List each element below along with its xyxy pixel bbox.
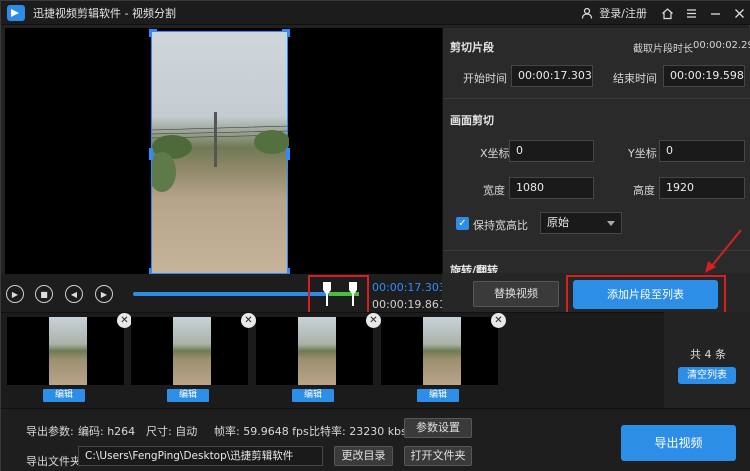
change-dir-button[interactable]: 更改目录 bbox=[334, 446, 393, 466]
handle-highlight-box bbox=[308, 275, 369, 315]
edit-clip-button[interactable]: 编辑 bbox=[292, 389, 334, 402]
export-bar: 导出参数: 编码: h264 尺寸: 自动 帧率: 59.9648 fps 比特… bbox=[1, 408, 750, 471]
clip-thumbnail[interactable]: ✕ bbox=[381, 313, 506, 385]
login-register-link[interactable]: 登录/注册 bbox=[599, 5, 647, 21]
start-time-field[interactable]: 00:00:17.303 bbox=[511, 65, 593, 87]
playback-controls: ▶ ■ ◀ ▶ 00:00:17.303 00:00:19.861 bbox=[1, 274, 446, 315]
next-frame-button[interactable]: ▶ bbox=[95, 285, 113, 303]
height-field[interactable]: 1920 bbox=[659, 177, 745, 199]
keep-ratio-label: 保持宽高比 bbox=[473, 219, 528, 232]
chevron-down-icon bbox=[607, 221, 615, 226]
video-frame-image bbox=[152, 112, 289, 192]
remove-clip-icon[interactable]: ✕ bbox=[117, 313, 132, 328]
next-frame-icon: ▶ bbox=[100, 289, 108, 299]
open-folder-button[interactable]: 打开文件夹 bbox=[404, 446, 472, 466]
bitrate-value: 比特率: 23230 kbs bbox=[309, 425, 407, 438]
timeline-progress[interactable] bbox=[133, 292, 329, 296]
user-icon[interactable] bbox=[575, 1, 599, 25]
current-time: 00:00:17.303 bbox=[372, 281, 446, 294]
crop-handle-left[interactable] bbox=[149, 148, 153, 160]
end-time: 00:00:19.861 bbox=[372, 298, 446, 311]
x-coord-field[interactable]: 0 bbox=[509, 140, 594, 162]
clip-duration-label: 截取片段时长 bbox=[633, 44, 693, 55]
param-settings-button[interactable]: 参数设置 bbox=[404, 418, 472, 438]
minimize-icon[interactable] bbox=[703, 1, 727, 25]
app-window: 迅捷视频剪辑软件 - 视频分割 登录/注册 剪切片段 截取片段时长 00:00:… bbox=[0, 0, 750, 471]
codec-value: 编码: h264 bbox=[78, 425, 136, 438]
crop-handle-right[interactable] bbox=[286, 148, 290, 160]
y-coord-label: Y坐标 bbox=[628, 147, 657, 160]
clip-count: 共 4 条 bbox=[690, 348, 726, 361]
clip-image bbox=[298, 317, 336, 385]
clip-image bbox=[423, 317, 461, 385]
y-coord-field[interactable]: 0 bbox=[659, 140, 745, 162]
clip-section-title: 剪切片段 bbox=[450, 41, 494, 54]
edit-clip-button[interactable]: 编辑 bbox=[417, 389, 459, 402]
clip-image bbox=[173, 317, 211, 385]
keep-ratio-checkbox[interactable]: ✓ bbox=[456, 217, 469, 230]
edit-clip-button[interactable]: 编辑 bbox=[43, 389, 85, 402]
clip-thumbnail[interactable]: ✕ bbox=[131, 313, 256, 385]
clip-duration-value: 00:00:02.295 bbox=[693, 40, 750, 51]
width-field[interactable]: 1080 bbox=[509, 177, 594, 199]
prev-frame-icon: ◀ bbox=[70, 289, 78, 299]
height-label: 高度 bbox=[633, 184, 655, 197]
clip-thumbnail[interactable]: ✕ bbox=[256, 313, 381, 385]
export-params-label: 导出参数: bbox=[26, 425, 74, 438]
start-time-label: 开始时间 bbox=[463, 72, 507, 85]
export-video-button[interactable]: 导出视频 bbox=[621, 425, 736, 461]
remove-clip-icon[interactable]: ✕ bbox=[366, 313, 381, 328]
clip-image bbox=[49, 317, 87, 385]
add-button-highlight-box bbox=[566, 275, 726, 317]
export-folder-field[interactable]: C:\Users\FengPing\Desktop\迅捷剪辑软件 bbox=[78, 446, 323, 466]
clear-list-button[interactable]: 清空列表 bbox=[678, 367, 736, 384]
size-value: 尺寸: 自动 bbox=[146, 425, 198, 438]
arrow-annotation-icon bbox=[705, 229, 742, 273]
list-sidebar: 共 4 条 清空列表 bbox=[664, 312, 750, 408]
play-icon: ▶ bbox=[11, 289, 19, 299]
replace-video-button[interactable]: 替换视频 bbox=[473, 281, 559, 307]
edit-clip-button[interactable]: 编辑 bbox=[167, 389, 209, 402]
home-icon[interactable] bbox=[655, 1, 679, 25]
remove-clip-icon[interactable]: ✕ bbox=[491, 313, 506, 328]
width-label: 宽度 bbox=[483, 184, 505, 197]
end-time-field[interactable]: 00:00:19.598 bbox=[663, 65, 745, 87]
play-button[interactable]: ▶ bbox=[6, 285, 24, 303]
export-folder-label: 导出文件夹: bbox=[26, 455, 85, 468]
clip-thumbnail[interactable]: ✕ bbox=[7, 313, 132, 385]
end-time-label: 结束时间 bbox=[613, 72, 657, 85]
close-icon[interactable] bbox=[727, 1, 750, 25]
x-coord-label: X坐标 bbox=[480, 147, 510, 160]
stop-icon: ■ bbox=[40, 289, 48, 299]
app-logo-icon bbox=[7, 4, 25, 21]
ratio-select-value: 原始 bbox=[547, 216, 569, 229]
crop-handle-top-left[interactable] bbox=[149, 29, 157, 37]
ratio-select[interactable]: 原始 bbox=[540, 212, 622, 234]
prev-frame-button[interactable]: ◀ bbox=[65, 285, 83, 303]
window-title: 迅捷视频剪辑软件 - 视频分割 bbox=[33, 6, 176, 20]
clip-list: ✕ 编辑 ✕ 编辑 ✕ 编辑 ✕ 编辑 bbox=[1, 312, 750, 408]
divider bbox=[443, 98, 750, 99]
crop-handle-top-right[interactable] bbox=[282, 29, 290, 37]
framerate-value: 帧率: 59.9648 fps bbox=[214, 425, 309, 438]
crop-section-title: 画面剪切 bbox=[450, 114, 494, 127]
remove-clip-icon[interactable]: ✕ bbox=[241, 313, 256, 328]
title-bar: 迅捷视频剪辑软件 - 视频分割 登录/注册 bbox=[1, 1, 750, 25]
stop-button[interactable]: ■ bbox=[35, 285, 53, 303]
menu-icon[interactable] bbox=[679, 1, 703, 25]
crop-frame[interactable] bbox=[149, 29, 290, 276]
